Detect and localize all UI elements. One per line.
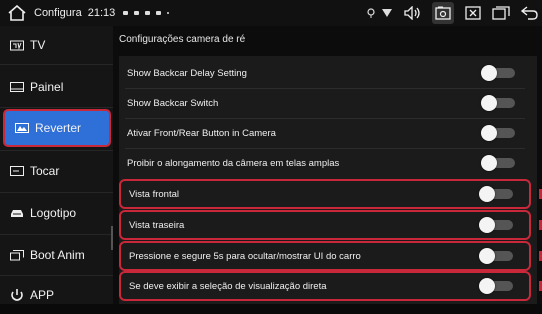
- setting-row-hold-hide-ui[interactable]: Pressione e segure 5s para ocultar/mostr…: [119, 241, 531, 271]
- setting-label: Se deve exibir a seleção de visualização…: [129, 280, 327, 292]
- notification-icon: [145, 11, 151, 15]
- section-title: Configurações camera de ré: [119, 34, 246, 45]
- sidebar-item-tocar[interactable]: Tocar: [0, 152, 110, 190]
- toggle-switch[interactable]: [481, 65, 517, 81]
- sidebar-item-label: Boot Anim: [30, 248, 85, 262]
- settings-panel: Configurações camera de ré Show Backcar …: [113, 26, 542, 304]
- home-icon[interactable]: [6, 2, 28, 24]
- setting-label: Ativar Front/Rear Button in Camera: [127, 127, 276, 139]
- setting-row-backcar-delay[interactable]: Show Backcar Delay Setting: [119, 58, 531, 88]
- setting-row-front-rear-button[interactable]: Ativar Front/Rear Button in Camera: [119, 118, 531, 148]
- setting-row-front-view[interactable]: Vista frontal: [119, 179, 531, 209]
- screenshot-icon[interactable]: [432, 2, 454, 24]
- sidebar: TV Painel Reverter Tocar Logotipo Boot A…: [0, 26, 113, 304]
- app-icon: [10, 289, 24, 301]
- sidebar-item-label: Reverter: [35, 121, 82, 135]
- volume-icon[interactable]: [404, 4, 422, 22]
- setting-label: Show Backcar Switch: [127, 97, 219, 109]
- divider: [0, 192, 113, 193]
- sidebar-item-boot-anim[interactable]: Boot Anim: [0, 236, 110, 274]
- toggle-switch[interactable]: [481, 95, 517, 111]
- setting-label: Pressione e segure 5s para ocultar/mostr…: [129, 250, 361, 262]
- toggle-switch[interactable]: [479, 217, 515, 233]
- wifi-icon: [380, 4, 394, 22]
- location-icon: [364, 4, 378, 22]
- app-title: Configura: [34, 7, 82, 19]
- setting-row-backcar-switch[interactable]: Show Backcar Switch: [119, 88, 531, 118]
- boot-anim-icon: [10, 249, 24, 261]
- status-bar: Configura 21:13: [0, 0, 542, 26]
- setting-row-direct-view-selection[interactable]: Se deve exibir a seleção de visualização…: [119, 271, 531, 301]
- toggle-switch[interactable]: [481, 155, 517, 171]
- divider: [0, 64, 113, 65]
- sidebar-item-logotipo[interactable]: Logotipo: [0, 194, 110, 232]
- setting-label: Vista frontal: [129, 188, 179, 200]
- sidebar-item-painel[interactable]: Painel: [0, 68, 110, 106]
- setting-label: Proibir o alongamento da câmera em telas…: [127, 157, 340, 169]
- toggle-switch[interactable]: [481, 125, 517, 141]
- touch-icon: [10, 165, 24, 177]
- sidebar-item-label: Logotipo: [30, 206, 77, 220]
- notification-icon: [123, 11, 129, 15]
- sidebar-item-reverter[interactable]: Reverter: [3, 109, 111, 147]
- recent-apps-icon[interactable]: [492, 4, 510, 22]
- reverse-camera-icon: [15, 122, 29, 134]
- close-box-icon[interactable]: [464, 4, 482, 22]
- clock: 21:13: [87, 7, 116, 19]
- sidebar-item-label: Painel: [30, 80, 64, 94]
- tv-icon: [10, 39, 24, 51]
- divider: [0, 107, 113, 108]
- divider: [0, 150, 113, 151]
- sidebar-item-tv[interactable]: TV: [0, 26, 110, 64]
- setting-label: Show Backcar Delay Setting: [127, 67, 247, 79]
- more-notifications-icon: [167, 12, 170, 14]
- setting-row-wide-screen-stretch[interactable]: Proibir o alongamento da câmera em telas…: [119, 148, 531, 178]
- sidebar-item-app[interactable]: APP: [0, 276, 110, 314]
- sidebar-item-label: Tocar: [30, 164, 60, 178]
- panel-icon: [10, 81, 24, 93]
- sidebar-item-label: APP: [30, 288, 55, 302]
- notification-icon: [156, 11, 162, 15]
- divider: [0, 234, 113, 235]
- back-icon[interactable]: [520, 4, 538, 22]
- toggle-switch[interactable]: [479, 186, 515, 202]
- setting-row-rear-view[interactable]: Vista traseira: [119, 210, 531, 240]
- toggle-switch[interactable]: [479, 248, 515, 264]
- toggle-switch[interactable]: [479, 278, 515, 294]
- notification-icon: [134, 11, 140, 15]
- car-logo-icon: [10, 207, 24, 219]
- sidebar-item-label: TV: [30, 38, 46, 52]
- notification-icons: [123, 11, 170, 15]
- setting-label: Vista traseira: [129, 219, 185, 231]
